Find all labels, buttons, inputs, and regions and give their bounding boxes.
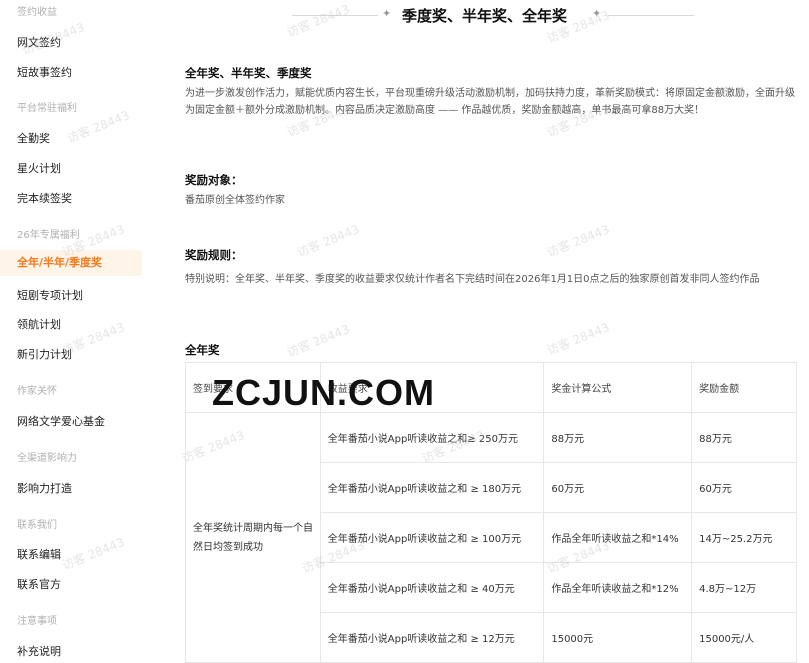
amount-cell: 60万元	[691, 462, 797, 513]
signin-requirement-cell: 全年奖统计周期内每一个自然日均签到成功	[185, 412, 321, 663]
intro-heading: 全年奖、半年奖、季度奖	[185, 66, 312, 80]
sidebar-item-web-novel-signing[interactable]: 网文签约	[17, 34, 61, 50]
rules-text: 特别说明：全年奖、半年奖、季度奖的收益要求仅统计作者名下完结时间在2026年1月…	[185, 274, 760, 285]
income-cell: 全年番茄小说App听读收益之和 ≥ 100万元	[319, 512, 545, 563]
sparkle-icon: ✦	[592, 7, 602, 20]
title-divider-left	[292, 15, 378, 16]
formula-cell: 作品全年听读收益之和*12%	[543, 562, 693, 613]
sidebar-item-pilot-plan[interactable]: 领航计划	[17, 316, 61, 332]
sidebar-item-influence-building[interactable]: 影响力打造	[17, 480, 72, 496]
sidebar-section-notes: 注意事项	[17, 616, 57, 627]
sidebar-item-supplementary[interactable]: 补充说明	[17, 643, 61, 659]
amount-cell: 14万~25.2万元	[691, 512, 797, 563]
sidebar-item-short-drama-plan[interactable]: 短剧专项计划	[17, 287, 83, 303]
title-divider-right	[608, 15, 694, 16]
sidebar-item-charity-fund[interactable]: 网络文学爱心基金	[17, 413, 105, 429]
income-cell: 全年番茄小说App听读收益之和 ≥ 12万元	[319, 612, 545, 663]
site-watermark-logo: ZCJUN.COM	[212, 372, 435, 413]
target-text: 番茄原创全体签约作家	[185, 195, 285, 206]
income-cell: 全年番茄小说App听读收益之和≥ 250万元	[319, 412, 545, 463]
sidebar-item-contact-official[interactable]: 联系官方	[17, 576, 61, 592]
amount-cell: 88万元	[691, 412, 797, 463]
table-row: 全年奖统计周期内每一个自然日均签到成功 全年番茄小说App听读收益之和≥ 250…	[185, 412, 797, 663]
intro-paragraph: 为进一步激发创作活力，赋能优质内容生长，平台现重磅升级活动激励机制，加码扶持力度…	[185, 88, 795, 116]
sidebar-item-attendance-award[interactable]: 全勤奖	[17, 130, 50, 146]
sidebar-item-annual-award[interactable]: 全年/半年/季度奖	[0, 250, 142, 276]
income-cell: 全年番茄小说App听读收益之和 ≥ 180万元	[319, 462, 545, 513]
formula-cell: 15000元	[543, 612, 693, 663]
column-header-formula: 奖金计算公式	[543, 362, 693, 413]
formula-cell: 作品全年听读收益之和*14%	[543, 512, 693, 563]
sidebar-item-completion-renewal[interactable]: 完本续签奖	[17, 190, 72, 206]
sidebar-section-signing-income: 签约收益	[17, 7, 57, 18]
sidebar-section-contact: 联系我们	[17, 520, 57, 531]
target-heading: 奖励对象：	[185, 173, 243, 187]
income-cell: 全年番茄小说App听读收益之和 ≥ 40万元	[319, 562, 545, 613]
sidebar-section-influence: 全渠道影响力	[17, 453, 77, 464]
sidebar-section-author-care: 作家关怀	[17, 386, 57, 397]
column-header-amount: 奖励金额	[691, 362, 797, 413]
sparkle-icon: ✦	[382, 7, 392, 20]
annual-award-heading: 全年奖	[185, 343, 220, 357]
sidebar-section-2026-benefits: 26年专属福利	[17, 230, 80, 241]
main-content: ✦ 季度奖、半年奖、全年奖 ✦ 全年奖、半年奖、季度奖 为进一步激发创作活力，赋…	[150, 0, 809, 663]
sidebar-item-contact-editor[interactable]: 联系编辑	[17, 546, 61, 562]
sidebar-item-short-story-signing[interactable]: 短故事签约	[17, 64, 72, 80]
formula-cell: 88万元	[543, 412, 693, 463]
page-title: 季度奖、半年奖、全年奖	[402, 7, 568, 25]
rules-heading: 奖励规则：	[185, 248, 243, 262]
sidebar-section-platform-benefits: 平台常驻福利	[17, 103, 77, 114]
sidebar-item-new-gravity-plan[interactable]: 新引力计划	[17, 346, 72, 362]
amount-cell: 15000元/人	[691, 612, 797, 663]
sidebar-nav: 签约收益 网文签约 短故事签约 平台常驻福利 全勤奖 星火计划 完本续签奖 26…	[0, 0, 150, 658]
amount-cell: 4.8万~12万	[691, 562, 797, 613]
formula-cell: 60万元	[543, 462, 693, 513]
sidebar-item-spark-plan[interactable]: 星火计划	[17, 160, 61, 176]
